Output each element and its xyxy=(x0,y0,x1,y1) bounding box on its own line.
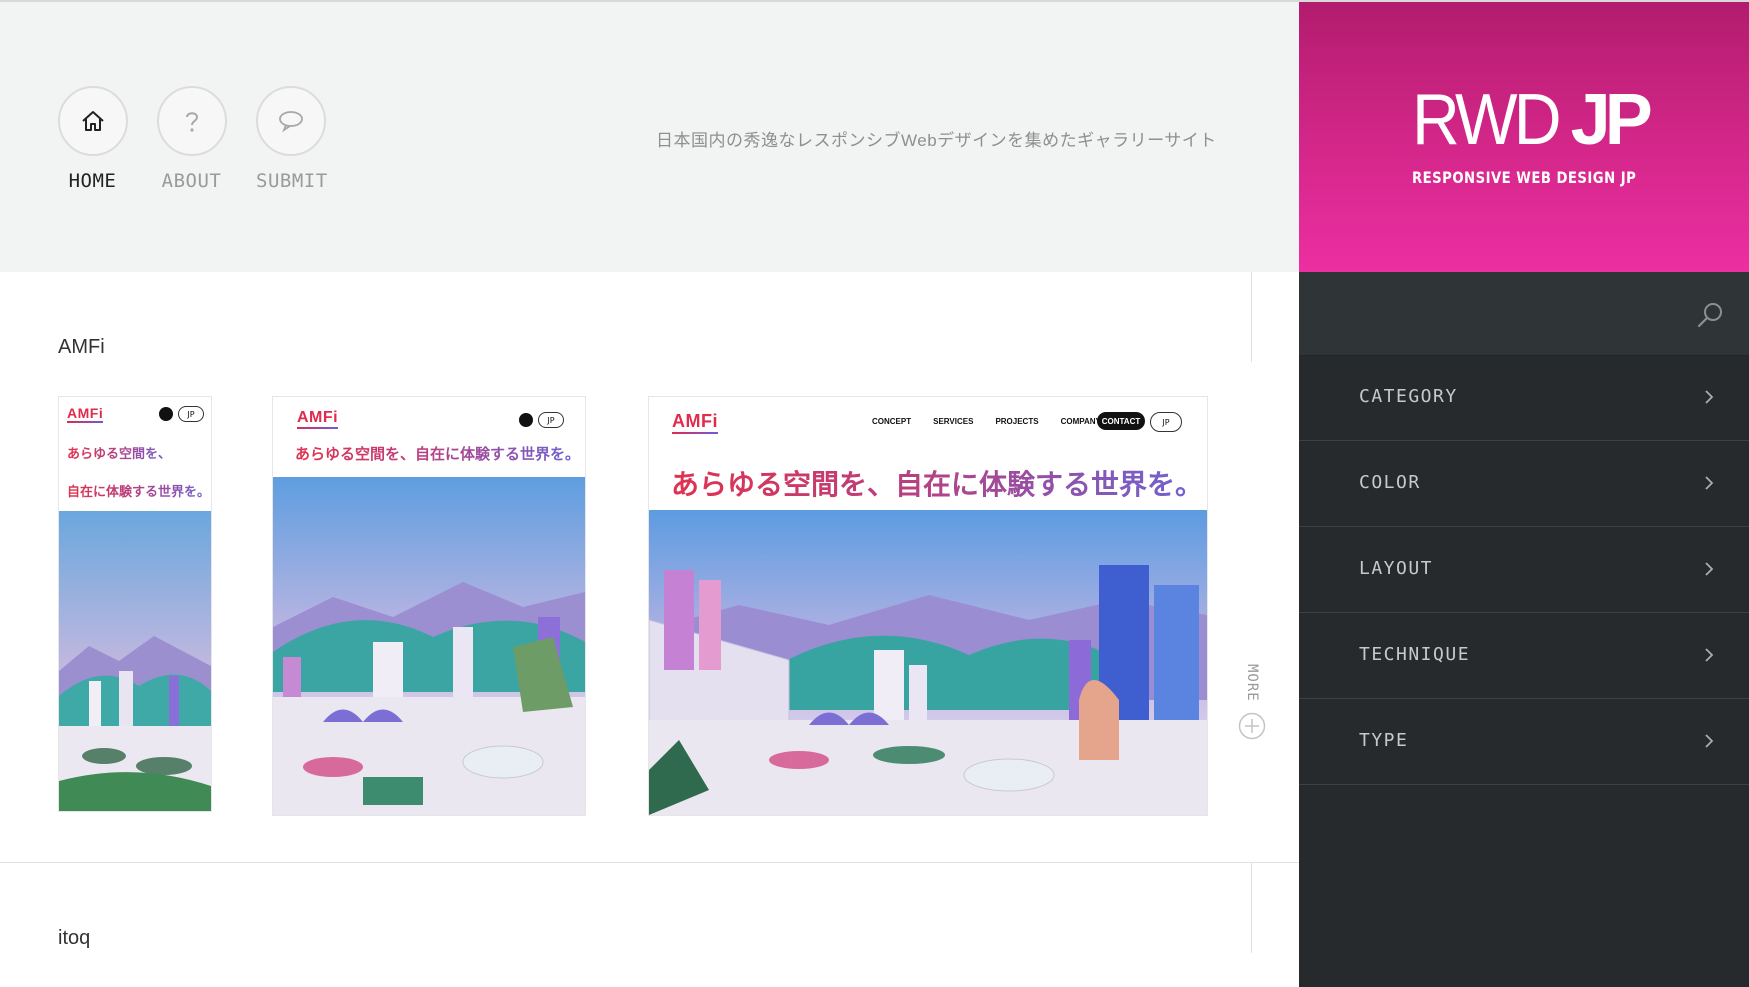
amfi-logo: AMFi xyxy=(297,409,339,429)
more-button[interactable]: MORE xyxy=(1234,664,1270,745)
amfi-logo: AMFi xyxy=(67,405,104,423)
nav-submit[interactable]: SUBMIT xyxy=(256,86,328,192)
sidebar-item-label: TECHNIQUE xyxy=(1359,644,1471,665)
site-logo: RWD JP RESPONSIVE WEB DESIGN JP xyxy=(1412,84,1656,187)
main-content: HOME ABOUT SUBMIT 日本国内の秀逸なレスポンシブWebデザインを… xyxy=(0,0,1299,987)
sidebar-item-layout[interactable]: LAYOUT xyxy=(1299,527,1749,613)
question-icon xyxy=(157,86,227,156)
nav-home-label: HOME xyxy=(68,170,117,192)
home-icon xyxy=(58,86,128,156)
lang-switch: JP xyxy=(1150,412,1182,432)
sidebar-item-label: TYPE xyxy=(1359,730,1409,751)
sidebar-item-type[interactable]: TYPE xyxy=(1299,699,1749,785)
hero-illustration xyxy=(59,511,211,811)
topnav-concept: CONCEPT xyxy=(872,417,912,426)
entry-title[interactable]: itoq xyxy=(58,927,90,950)
sidebar-menu: CATEGORY COLOR LAYOUT TECHNIQUE TYPE xyxy=(1299,355,1749,785)
chevron-right-icon xyxy=(1705,476,1714,490)
section-rule xyxy=(1251,863,1252,953)
amfi-logo: AMFi xyxy=(672,411,718,434)
section-rule xyxy=(1251,272,1252,362)
topnav-projects: PROJECTS xyxy=(995,417,1039,426)
logo-jp: JP xyxy=(1570,80,1653,160)
menu-icon xyxy=(519,413,533,427)
hero-illustration xyxy=(649,510,1207,815)
menu-icon xyxy=(159,407,173,421)
topnav-services: SERVICES xyxy=(933,417,974,426)
contact-pill: CONTACT xyxy=(1097,412,1145,430)
main-nav: HOME ABOUT SUBMIT xyxy=(58,86,328,192)
search-icon[interactable] xyxy=(1695,300,1725,330)
entry-title[interactable]: AMFi xyxy=(58,336,105,359)
tablet-screenshot[interactable]: AMFi JP あらゆる空間を、自在に体験する世界を。 xyxy=(272,396,586,816)
nav-home[interactable]: HOME xyxy=(58,86,128,192)
logo-subtitle: RESPONSIVE WEB DESIGN JP xyxy=(1412,168,1637,187)
lang-switch: JP xyxy=(178,406,204,422)
lang-switch: JP xyxy=(538,412,564,428)
sidebar-item-category[interactable]: CATEGORY xyxy=(1299,355,1749,441)
hero-headline: あらゆる空間を、自在に体験する世界を。 xyxy=(671,463,1203,503)
desktop-topnav: CONCEPT SERVICES PROJECTS COMPANY xyxy=(872,417,1101,426)
sidebar-item-label: CATEGORY xyxy=(1359,386,1458,407)
plus-circle-icon xyxy=(1238,712,1266,739)
desktop-screenshot[interactable]: AMFi CONCEPT SERVICES PROJECTS COMPANY C… xyxy=(648,396,1208,816)
hero-headline-line2: 自在に体験する世界を。 xyxy=(67,481,210,500)
nav-submit-label: SUBMIT xyxy=(256,170,328,192)
chevron-right-icon xyxy=(1705,562,1714,576)
sidebar: RWD JP RESPONSIVE WEB DESIGN JP CATEGORY … xyxy=(1299,2,1749,987)
mobile-screenshot[interactable]: AMFi JP あらゆる空間を、 自在に体験する世界を。 xyxy=(58,396,212,812)
topnav-company: COMPANY xyxy=(1060,417,1101,426)
hero-illustration xyxy=(273,477,585,815)
sidebar-item-color[interactable]: COLOR xyxy=(1299,441,1749,527)
nav-about-label: ABOUT xyxy=(161,170,222,192)
sidebar-item-label: LAYOUT xyxy=(1359,558,1434,579)
nav-about[interactable]: ABOUT xyxy=(157,86,227,192)
gallery-entry: AMFi AMFi JP あらゆる空間を、 自在に体験する世界を。 AMFi J… xyxy=(0,272,1299,862)
speech-bubble-icon xyxy=(256,86,326,156)
site-header: HOME ABOUT SUBMIT 日本国内の秀逸なレスポンシブWebデザインを… xyxy=(0,2,1299,272)
sidebar-item-label: COLOR xyxy=(1359,472,1421,493)
sidebar-item-technique[interactable]: TECHNIQUE xyxy=(1299,613,1749,699)
chevron-right-icon xyxy=(1705,648,1714,662)
gallery-entry: itoq xyxy=(0,863,1299,987)
site-tagline: 日本国内の秀逸なレスポンシブWebデザインを集めたギャラリーサイト xyxy=(656,131,1217,150)
more-label: MORE xyxy=(1244,664,1260,702)
chevron-right-icon xyxy=(1705,390,1714,404)
logo-rwd: RWD xyxy=(1412,80,1562,160)
chevron-right-icon xyxy=(1705,734,1714,748)
search-bar[interactable] xyxy=(1299,272,1749,356)
brand-block[interactable]: RWD JP RESPONSIVE WEB DESIGN JP xyxy=(1299,2,1749,272)
hero-headline: あらゆる空間を、自在に体験する世界を。 xyxy=(295,443,580,464)
hero-headline-line1: あらゆる空間を、 xyxy=(67,443,171,462)
